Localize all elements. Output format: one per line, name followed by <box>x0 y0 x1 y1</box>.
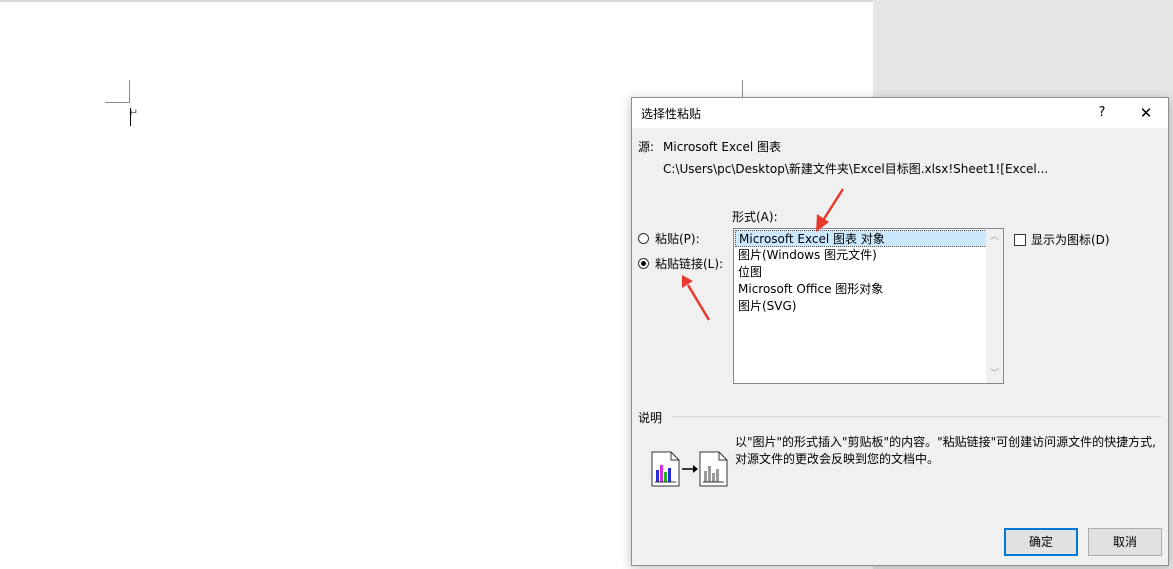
chart-source-icon <box>651 451 680 487</box>
chart-link-icon <box>699 451 728 487</box>
scroll-up-icon[interactable]: ︿ <box>986 229 1003 246</box>
format-label: 形式(A): <box>732 210 778 224</box>
display-as-icon-box[interactable] <box>1014 234 1026 246</box>
page-top-edge <box>0 0 873 2</box>
text-caret <box>130 108 131 126</box>
source-label: 源: <box>638 140 655 154</box>
result-illustration <box>651 451 728 487</box>
crop-mark-horizontal <box>105 102 130 103</box>
dialog-title: 选择性粘贴 <box>641 107 702 121</box>
format-item[interactable]: Microsoft Office 图形对象 <box>735 281 987 298</box>
paste-special-dialog: 选择性粘贴 ? ✕ 源: Microsoft Excel 图表 C:\Users… <box>631 97 1169 566</box>
source-value: Microsoft Excel 图表 <box>663 140 782 154</box>
cancel-button[interactable]: 取消 <box>1088 528 1162 556</box>
listbox-scrollbar[interactable]: ︿ ﹀ <box>986 229 1003 383</box>
question-icon[interactable]: ? <box>1082 100 1122 126</box>
display-as-icon-label: 显示为图标(D) <box>1031 233 1110 247</box>
description-divider <box>672 416 1162 417</box>
paste-link-radio-label: 粘贴链接(L): <box>655 257 724 271</box>
paste-radio-label: 粘贴(P): <box>655 232 700 246</box>
crop-mark-vertical <box>129 80 130 103</box>
format-item[interactable]: 图片(Windows 图元文件) <box>735 247 987 264</box>
format-listbox[interactable]: Microsoft Excel 图表 对象 图片(Windows 图元文件) 位… <box>733 228 1004 384</box>
paste-radio-circle[interactable] <box>638 233 649 244</box>
radio-selected-dot <box>641 261 646 266</box>
source-path: C:\Users\pc\Desktop\新建文件夹\Excel目标图.xlsx!… <box>663 162 1049 176</box>
format-item[interactable]: 图片(SVG) <box>735 298 987 315</box>
description-text: 以"图片"的形式插入"剪贴板"的内容。"粘贴链接"可创建访问源文件的快捷方式,对… <box>735 435 1156 466</box>
format-item[interactable]: Microsoft Excel 图表 对象 <box>735 230 987 247</box>
close-icon[interactable]: ✕ <box>1126 100 1166 126</box>
scroll-down-icon[interactable]: ﹀ <box>986 366 1003 383</box>
format-item[interactable]: 位图 <box>735 264 987 281</box>
ok-button[interactable]: 确定 <box>1004 528 1078 556</box>
description-label: 说明 <box>638 411 663 425</box>
paste-link-radio-circle[interactable] <box>638 258 649 269</box>
dialog-titlebar[interactable]: 选择性粘贴 ? ✕ <box>632 98 1168 128</box>
arrow-right-icon <box>682 465 698 473</box>
